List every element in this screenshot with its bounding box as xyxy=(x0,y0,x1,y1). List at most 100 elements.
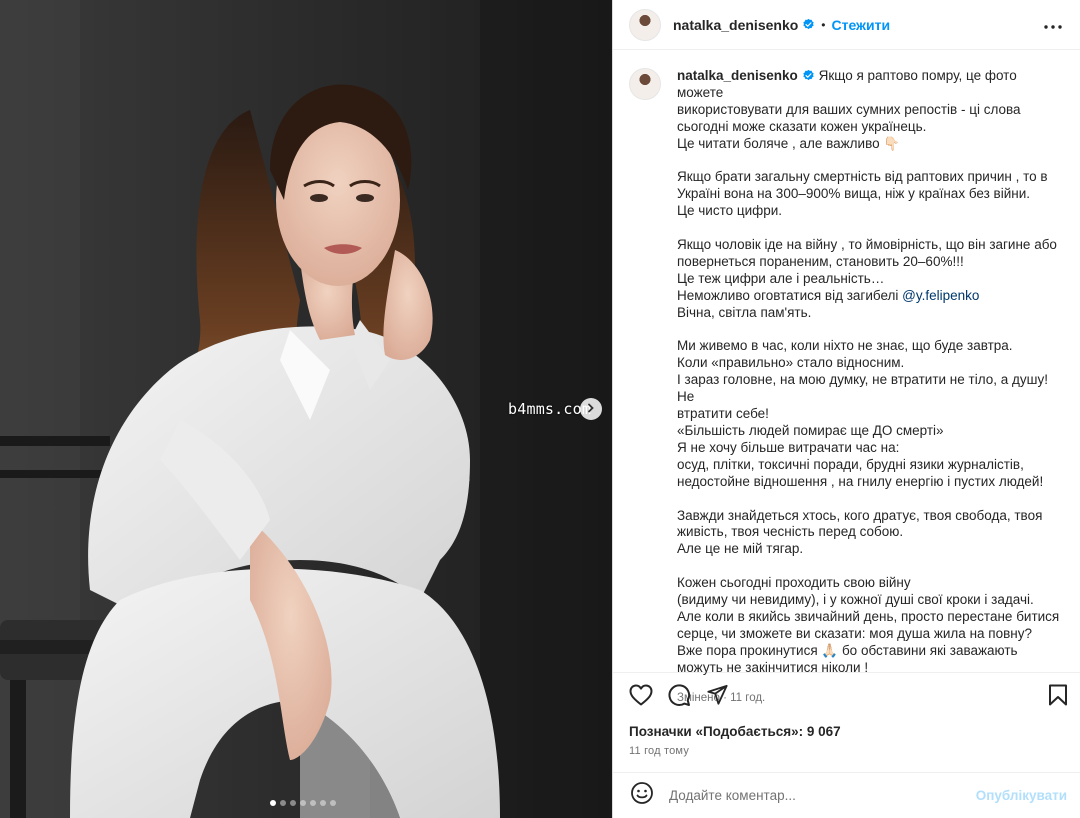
caption-line-text: Це читати боляче , але важливо 👇🏻 xyxy=(677,135,901,151)
caption-line-text: повернеться пораненим, становить 20–60%!… xyxy=(677,253,964,269)
caption-line-text: «Більшість людей помирає ще ДО смерті» xyxy=(677,422,944,438)
caption-line: живість, твоя чесність перед собою. xyxy=(677,524,1065,541)
caption-line-text: Але це не мій тягар. xyxy=(677,541,804,557)
share-button[interactable] xyxy=(704,684,730,710)
caption-text: natalka_denisenko Якщо я раптово помру, … xyxy=(677,68,1065,677)
heart-icon xyxy=(629,684,653,711)
caption-line: недостойне відношення , на гнилу енергію… xyxy=(677,474,1065,491)
caption-line-text: (видиму чи невидиму), і у кожної душі св… xyxy=(677,592,1034,608)
next-slide-button[interactable] xyxy=(580,398,602,420)
carousel-dot xyxy=(320,800,326,806)
caption-gap xyxy=(677,220,1065,237)
carousel-dot xyxy=(330,800,336,806)
caption-line: Це читати боляче , але важливо 👇🏻 xyxy=(677,136,1065,153)
follow-button[interactable]: Стежити xyxy=(831,17,890,33)
caption-line-text: Вічна, світла пам'ять. xyxy=(677,304,812,320)
caption-line: Це теж цифри але і реальність… xyxy=(677,271,1065,288)
comment-form: Опублікувати xyxy=(613,772,1080,818)
separator-dot: • xyxy=(821,17,826,32)
caption-line: повернеться пораненим, становить 20–60%!… xyxy=(677,254,1065,271)
caption-section: natalka_denisenko Якщо я раптово помру, … xyxy=(613,51,1080,704)
caption-line-text: недостойне відношення , на гнилу енергію… xyxy=(677,473,1044,489)
carousel-indicator xyxy=(270,800,336,806)
caption-line: втратити себе! xyxy=(677,406,1065,423)
caption-line: можуть не закінчитися ніколи ! xyxy=(677,660,1065,677)
caption-line: серце, чи зможете ви сказати: моя душа ж… xyxy=(677,626,1065,643)
caption-line: Коли «правильно» стало відносним. xyxy=(677,355,1065,372)
caption-line: Це чисто цифри. xyxy=(677,203,1065,220)
caption-line-text: сьогодні може сказати кожен українець. xyxy=(677,118,927,134)
caption-line: осуд, плітки, токсичні поради, брудні яз… xyxy=(677,457,1065,474)
caption-username[interactable]: natalka_denisenko xyxy=(677,68,798,83)
caption-line-text: Коли «правильно» стало відносним. xyxy=(677,355,905,371)
caption-gap xyxy=(677,322,1065,339)
caption-line: Якщо брати загальну смертність від рапто… xyxy=(677,169,1065,186)
share-icon xyxy=(706,684,729,711)
verified-badge-icon xyxy=(802,18,815,31)
caption-line-text: Завжди знайдеться хтось, кого дратує, тв… xyxy=(677,507,1043,523)
comment-input[interactable] xyxy=(669,788,969,803)
caption-gap xyxy=(677,558,1065,575)
caption-line: Вже пора прокинутися 🙏🏻 бо обставини які… xyxy=(677,643,1065,660)
caption-line: І зараз головне, на мою думку, не втрати… xyxy=(677,372,1065,406)
caption-line: Ми живемо в час, коли ніхто не знає, що … xyxy=(677,338,1065,355)
bookmark-icon xyxy=(1048,684,1068,711)
emoji-button[interactable] xyxy=(629,781,655,810)
save-button[interactable] xyxy=(1045,684,1071,710)
carousel-dot xyxy=(290,800,296,806)
caption-line: Україні вона на 300–900% вища, ніж у кра… xyxy=(677,186,1065,203)
caption-line-text: Якщо чоловік іде на війну , то ймовірніс… xyxy=(677,237,1057,253)
watermark-text: b4mms.com xyxy=(508,400,592,418)
comment-button[interactable] xyxy=(666,683,692,712)
caption-line-text: Я не хочу більше витрачати час на: xyxy=(677,439,900,455)
comment-icon xyxy=(667,683,691,712)
caption-line-text: осуд, плітки, токсичні поради, брудні яз… xyxy=(677,456,1024,472)
caption-line-text: Україні вона на 300–900% вища, ніж у кра… xyxy=(677,186,1031,202)
header-username[interactable]: natalka_denisenko xyxy=(673,17,798,33)
caption-line: Кожен сьогодні проходить свою війну xyxy=(677,575,1065,592)
caption-line-text: Якщо брати загальну смертність від рапто… xyxy=(677,169,1048,185)
caption-line-text: можуть не закінчитися ніколи ! xyxy=(677,659,869,675)
caption-line-text: Це теж цифри але і реальність… xyxy=(677,270,885,286)
caption-line: використовувати для ваших сумних репості… xyxy=(677,102,1065,119)
caption-line-text: Але коли в якийсь звичайний день, просто… xyxy=(677,608,1060,624)
likes-count[interactable]: Позначки «Подобається»: 9 067 xyxy=(629,724,841,739)
action-bar xyxy=(613,683,1080,714)
caption-line-text: живість, твоя чесність перед собою. xyxy=(677,524,904,540)
caption-line-text: Неможливо оговтатися від загибелі xyxy=(677,287,903,303)
post-timestamp[interactable]: 11 год тому xyxy=(629,745,689,757)
caption-gap xyxy=(677,153,1065,170)
caption-line: Вічна, світла пам'ять. xyxy=(677,305,1065,322)
caption-avatar[interactable] xyxy=(629,68,661,100)
post-details-panel: natalka_denisenko • Стежити natalka_deni… xyxy=(612,0,1080,818)
post-comment-button[interactable]: Опублікувати xyxy=(976,788,1067,803)
caption-line: Завжди знайдеться хтось, кого дратує, тв… xyxy=(677,508,1065,525)
caption-line-text: серце, чи зможете ви сказати: моя душа ж… xyxy=(677,625,1032,641)
caption-line: (видиму чи невидиму), і у кожної душі св… xyxy=(677,592,1065,609)
caption-line: Але це не мій тягар. xyxy=(677,541,1065,558)
caption-line-text: І зараз головне, на мою думку, не втрати… xyxy=(677,372,1048,405)
caption-line: Якщо чоловік іде на війну , то ймовірніс… xyxy=(677,237,1065,254)
more-options-button[interactable] xyxy=(1043,15,1063,35)
like-button[interactable] xyxy=(628,684,654,710)
caption-line: «Більшість людей помирає ще ДО смерті» xyxy=(677,423,1065,440)
carousel-dot xyxy=(300,800,306,806)
caption-line: Я не хочу більше витрачати час на: xyxy=(677,440,1065,457)
caption-body: natalka_denisenko Якщо я раптово помру, … xyxy=(677,68,1065,704)
caption-line-text: Ми живемо в час, коли ніхто не знає, що … xyxy=(677,338,1013,354)
caption-line: Неможливо оговтатися від загибелі @y.fel… xyxy=(677,288,1065,305)
carousel-dot xyxy=(270,800,276,806)
emoji-icon xyxy=(630,781,654,810)
carousel-dot xyxy=(310,800,316,806)
carousel-dot xyxy=(280,800,286,806)
post-media[interactable]: b4mms.com xyxy=(0,0,612,818)
caption-line-text: Кожен сьогодні проходить свою війну xyxy=(677,575,911,591)
avatar[interactable] xyxy=(629,8,661,41)
more-options-icon xyxy=(1044,16,1062,34)
caption-gap xyxy=(677,491,1065,508)
mention-link[interactable]: @y.felipenko xyxy=(902,288,979,303)
post-header: natalka_denisenko • Стежити xyxy=(613,0,1080,50)
caption-line-text: використовувати для ваших сумних репості… xyxy=(677,101,1021,117)
verified-badge-icon xyxy=(802,69,815,82)
caption-line: сьогодні може сказати кожен українець. xyxy=(677,119,1065,136)
